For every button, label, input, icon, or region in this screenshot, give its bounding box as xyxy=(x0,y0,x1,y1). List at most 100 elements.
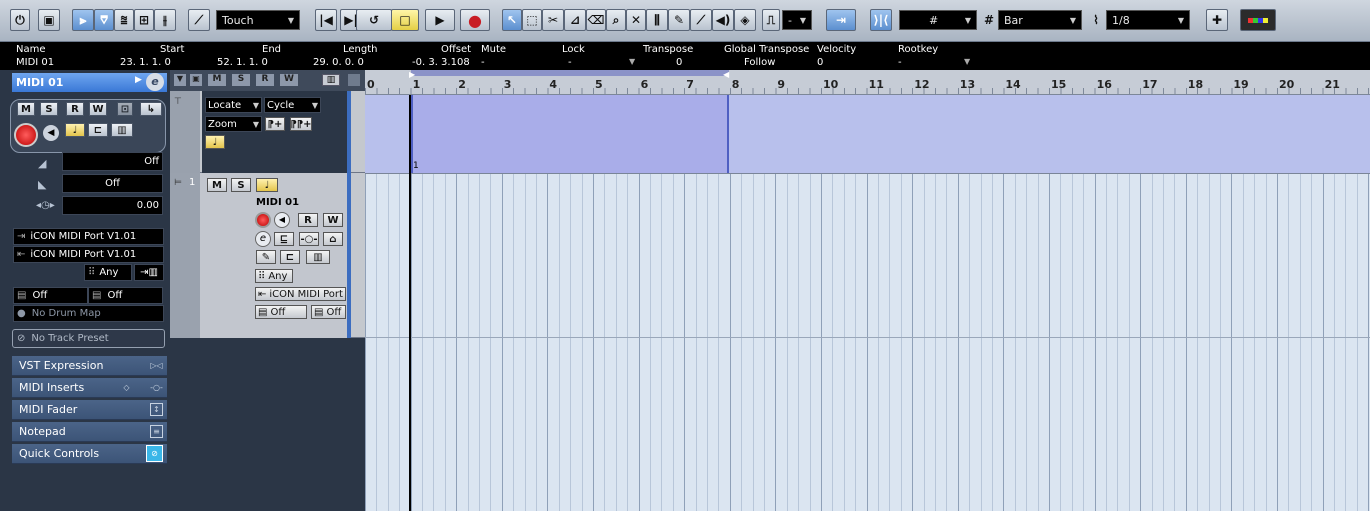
track-draw-icon[interactable]: ✎ xyxy=(256,250,276,264)
inspector-toggle-icon[interactable]: ▣ xyxy=(38,9,60,31)
track-lane-icon[interactable]: ⊑ xyxy=(274,232,294,246)
mute-tool-icon[interactable]: ✕ xyxy=(626,9,646,31)
track-record-enable-icon[interactable] xyxy=(255,212,271,228)
info-value-rootkey[interactable]: - xyxy=(898,57,902,68)
solo-button[interactable]: S xyxy=(40,102,58,116)
global-solo-icon[interactable]: S xyxy=(232,74,250,86)
mixer-icon[interactable]: ⊞ xyxy=(134,9,154,31)
info-value-transpose[interactable]: 0 xyxy=(676,57,682,68)
event-display[interactable]: 1 xyxy=(365,95,1370,511)
info-value-offset[interactable]: -0. 3. 3.108 xyxy=(412,57,470,68)
section-quick-controls[interactable]: Quick Controls ⊘ xyxy=(12,444,167,464)
automation-icon[interactable]: ⟋ xyxy=(188,9,210,31)
cycle-range-bar[interactable] xyxy=(411,70,729,76)
global-mute-icon[interactable]: M xyxy=(208,74,226,86)
locate-select[interactable]: Locate ▼ xyxy=(205,97,262,113)
record-icon[interactable]: ● xyxy=(460,9,490,31)
vst-instrument-button[interactable]: ⇥▥ xyxy=(134,264,164,281)
timeline-ruler[interactable]: ▶ ◀ 0 1 2 3 4 5 6 7 8 9 10 11 12 13 14 15 16 17 18 19 20 21 xyxy=(365,70,1370,95)
track-solo-button[interactable]: S xyxy=(231,178,251,192)
track-read-button[interactable]: R xyxy=(298,213,318,227)
channel-field[interactable]: ⠿ Any xyxy=(84,264,132,281)
lock-icon[interactable]: ⊡ xyxy=(117,102,133,116)
volume-field[interactable]: Off xyxy=(62,152,163,171)
zoom-tool-icon[interactable]: ⌕ xyxy=(606,9,626,31)
section-midi-fader[interactable]: MIDI Fader ↕ xyxy=(12,400,167,420)
global-write-icon[interactable]: W xyxy=(280,74,298,86)
cycle-select[interactable]: Cycle ▼ xyxy=(264,97,321,113)
info-value-global-transpose[interactable]: Follow xyxy=(744,57,775,68)
auto-scroll-icon[interactable]: ⎍ xyxy=(762,9,780,31)
power-icon[interactable]: ⏻ xyxy=(10,9,30,31)
input-routing-field[interactable]: ⇥ iCON MIDI Port V1.01 xyxy=(13,228,164,245)
track-visibility-icon[interactable]: ▣ xyxy=(190,74,202,86)
write-automation-button[interactable]: W xyxy=(89,102,107,116)
read-automation-button[interactable]: R xyxy=(66,102,84,116)
info-value-length[interactable]: 29. 0. 0. 0 xyxy=(313,57,364,68)
folder-icon[interactable]: ⊏ xyxy=(88,123,108,137)
midi-track[interactable]: ⊨ 1 M S ♩ MIDI 01 ◀ R W e ⊑ -○- ⌂ ✎ ⊏ ▥ … xyxy=(170,173,365,338)
track-height-icon[interactable]: ▥ xyxy=(322,74,340,86)
monitor-icon[interactable]: ◀ xyxy=(43,125,59,141)
grid-quantize-select[interactable]: # ▼ xyxy=(899,10,977,30)
color-tool-icon[interactable]: ◈ xyxy=(734,9,756,31)
delay-field[interactable]: 0.00 xyxy=(62,196,163,215)
timebase-icon[interactable]: ♩ xyxy=(65,123,85,137)
pool-icon[interactable]: ⩰ xyxy=(114,9,134,31)
track-output-field[interactable]: ⇤ iCON MIDI Port xyxy=(255,287,346,301)
timebase-icon[interactable]: ♩ xyxy=(256,178,278,192)
automation-mode-select[interactable]: Touch ▼ xyxy=(216,10,300,30)
track-bank-field[interactable]: ▤ Off xyxy=(311,305,346,319)
zoom-select[interactable]: Zoom ▼ xyxy=(205,116,262,132)
play-icon[interactable]: ▶ xyxy=(425,9,455,31)
track-channel-field[interactable]: ⠿ Any xyxy=(255,269,293,283)
stop-icon[interactable]: □ xyxy=(391,9,419,31)
glue-tool-icon[interactable]: ⊿ xyxy=(564,9,586,31)
ruler-track[interactable]: ⊤ Locate ▼ Cycle ▼ Zoom ▼ ⁋+ ⁋⁋+ ♩ xyxy=(170,91,365,173)
track-write-button[interactable]: W xyxy=(323,213,343,227)
track-lanes-icon[interactable]: ▥ xyxy=(306,250,330,264)
info-line-toggle-icon[interactable]: ⫸ xyxy=(72,9,94,31)
info-value-name[interactable]: MIDI 01 xyxy=(16,57,54,68)
nudge-select[interactable]: - ▼ xyxy=(782,10,812,30)
channel-settings-icon[interactable]: ⫲ xyxy=(154,9,176,31)
mute-button[interactable]: M xyxy=(17,102,35,116)
lane-icon[interactable]: ▥ xyxy=(111,123,133,137)
track-insert-icon[interactable]: -○- xyxy=(299,232,319,246)
section-notepad[interactable]: Notepad ≡ xyxy=(12,422,167,442)
track-monitor-icon[interactable]: ◀ xyxy=(274,212,290,228)
object-selection-tool-icon[interactable]: ↖ xyxy=(502,9,522,31)
playhead-cursor[interactable] xyxy=(409,95,411,511)
info-value-end[interactable]: 52. 1. 1. 0 xyxy=(217,57,268,68)
section-vst-expression[interactable]: VST Expression ▷◁ xyxy=(12,356,167,376)
add-cycle-marker-icon[interactable]: ⁋⁋+ xyxy=(290,117,312,131)
snap-icon[interactable]: ⇥ xyxy=(826,9,856,31)
range-tool-icon[interactable]: ⬚ xyxy=(522,9,542,31)
edit-instrument-icon[interactable]: e xyxy=(146,73,164,91)
add-marker-icon[interactable]: ⁋+ xyxy=(265,117,285,131)
drum-map-field[interactable]: ● No Drum Map xyxy=(13,305,164,322)
crossfade-icon[interactable]: ✚ xyxy=(1206,9,1228,31)
track-preset-field[interactable]: ⊘ No Track Preset xyxy=(12,329,165,348)
program-field[interactable]: ▤ Off xyxy=(13,287,88,304)
cycle-icon[interactable]: ↺ xyxy=(356,9,392,31)
record-enable-icon[interactable] xyxy=(14,123,38,147)
info-value-mute[interactable]: - xyxy=(481,57,485,68)
info-value-velocity[interactable]: 0 xyxy=(817,57,823,68)
split-tool-icon[interactable]: ✂ xyxy=(542,9,564,31)
add-track-icon[interactable]: ▼ xyxy=(174,74,186,86)
play-tool-icon[interactable]: ◀) xyxy=(712,9,734,31)
bank-field[interactable]: ▤ Off xyxy=(88,287,163,304)
freeze-icon[interactable]: ↳ xyxy=(140,102,162,116)
info-value-start[interactable]: 23. 1. 1. 0 xyxy=(120,57,171,68)
track-edit-instrument-icon[interactable]: e xyxy=(255,231,271,247)
grid-type-select[interactable]: Bar ▼ xyxy=(998,10,1082,30)
global-read-icon[interactable]: R xyxy=(256,74,274,86)
quantize-select[interactable]: 1/8 ▼ xyxy=(1106,10,1190,30)
go-to-start-icon[interactable]: |◀ xyxy=(315,9,337,31)
color-palette-icon[interactable] xyxy=(1240,9,1276,31)
track-sends-icon[interactable]: ⌂ xyxy=(323,232,343,246)
inspector-track-header[interactable]: MIDI 01 xyxy=(12,73,167,92)
scroll-handle[interactable] xyxy=(348,74,360,86)
track-program-field[interactable]: ▤ Off xyxy=(255,305,307,319)
